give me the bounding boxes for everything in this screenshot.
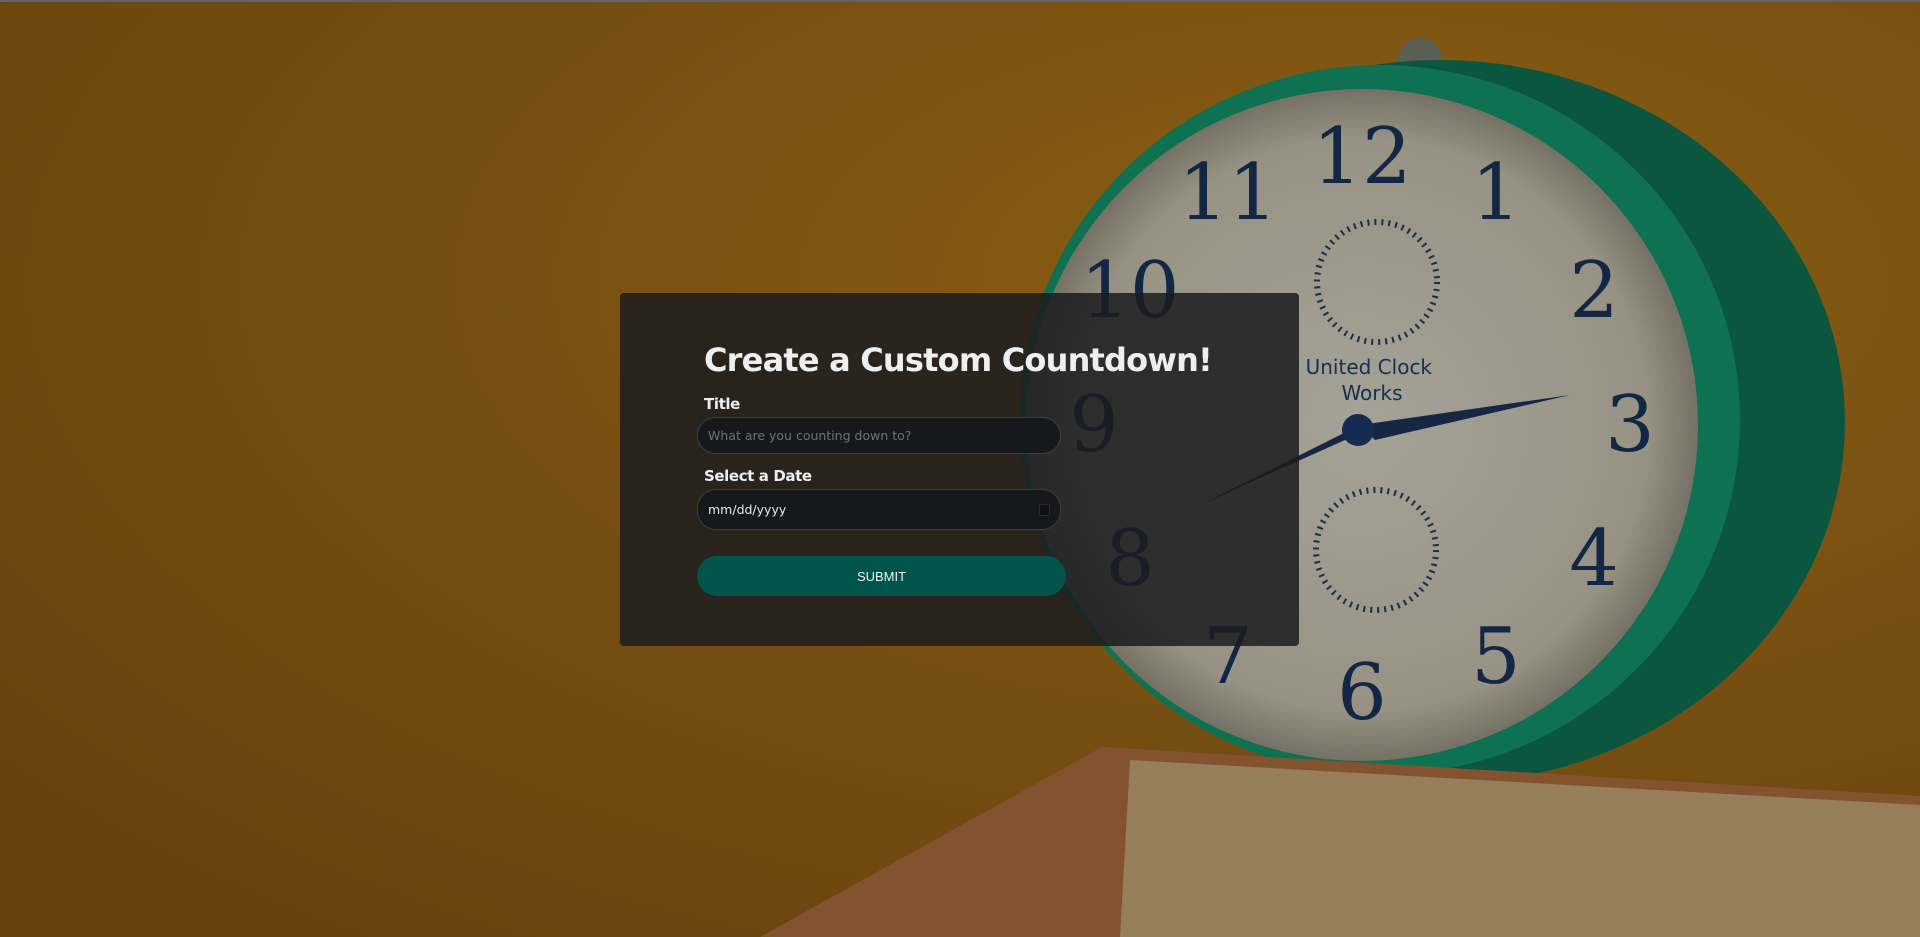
title-input[interactable] (697, 417, 1061, 454)
submit-button[interactable]: SUBMIT (697, 556, 1066, 596)
date-placeholder: mm/dd/yyyy (708, 502, 787, 517)
date-label: Select a Date (704, 467, 812, 485)
form-heading: Create a Custom Countdown! (704, 341, 1213, 379)
browser-edge (0, 0, 1920, 2)
date-input[interactable]: mm/dd/yyyy (697, 489, 1061, 530)
countdown-form-panel: Create a Custom Countdown! Title Select … (620, 293, 1299, 646)
title-label: Title (704, 395, 740, 413)
calendar-icon[interactable] (1039, 503, 1050, 516)
